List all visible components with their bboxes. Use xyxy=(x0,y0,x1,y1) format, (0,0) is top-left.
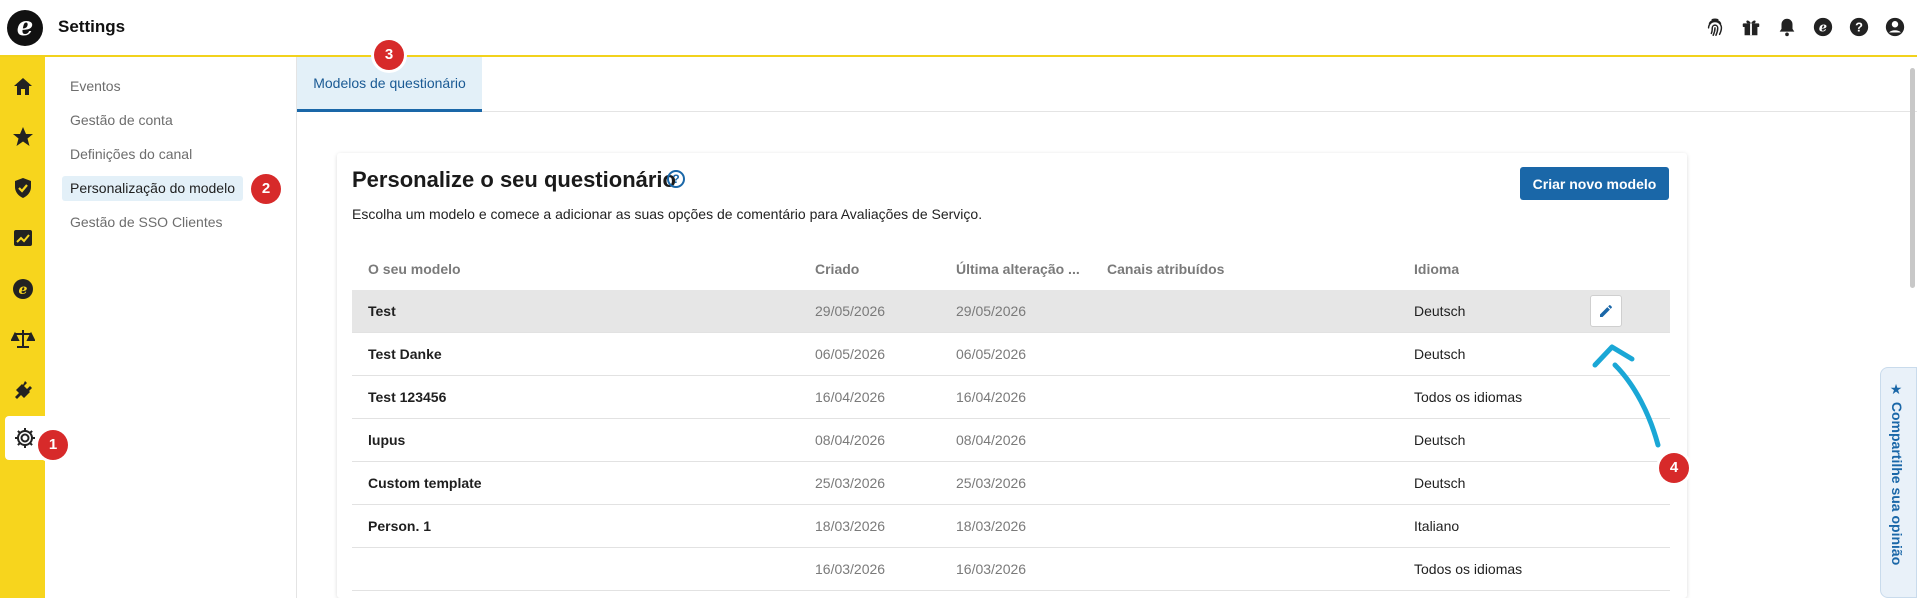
step-badge-3: 3 xyxy=(374,40,404,70)
row-changed: 25/03/2026 xyxy=(956,475,1027,491)
step-badge-2: 2 xyxy=(251,174,281,204)
pencil-icon xyxy=(1600,305,1612,317)
row-name: Custom template xyxy=(368,475,482,491)
help-circle-icon[interactable]: ? xyxy=(667,170,685,188)
table-row[interactable]: 16/03/2026 16/03/2026 Todos os idiomas xyxy=(352,548,1670,591)
svg-text:e: e xyxy=(18,282,27,298)
row-name: Test 123456 xyxy=(368,389,447,405)
chart-icon[interactable] xyxy=(0,216,45,260)
shield-check-icon[interactable] xyxy=(0,166,45,210)
subnav-item-personalizacao-modelo[interactable]: Personalização do modelo xyxy=(62,176,243,201)
row-name: Test xyxy=(368,303,396,319)
row-language: Italiano xyxy=(1414,518,1460,534)
row-created: 29/05/2026 xyxy=(815,303,886,319)
brand-logo[interactable]: e xyxy=(7,10,43,46)
gift-icon[interactable] xyxy=(1738,14,1763,39)
top-bar: e Settings e ? xyxy=(0,0,1917,57)
page-scrollbar[interactable] xyxy=(1910,68,1915,288)
column-header-language[interactable]: Idioma xyxy=(1414,261,1459,277)
column-header-created[interactable]: Criado xyxy=(815,261,859,277)
page-title: Settings xyxy=(58,17,126,36)
subnav-item-gestao-sso[interactable]: Gestão de SSO Clientes xyxy=(62,210,231,235)
row-language: Deutsch xyxy=(1414,303,1466,319)
row-created: 16/03/2026 xyxy=(815,561,886,577)
row-changed: 16/04/2026 xyxy=(956,389,1027,405)
step-badge-4: 4 xyxy=(1659,453,1689,483)
row-changed: 06/05/2026 xyxy=(956,346,1027,362)
row-language: Deutsch xyxy=(1414,432,1466,448)
svg-text:e: e xyxy=(1818,20,1826,35)
fingerprint-icon[interactable] xyxy=(1702,14,1727,39)
brand-e-icon[interactable]: e xyxy=(1810,14,1835,39)
table-row[interactable]: Test 123456 16/04/2026 16/04/2026 Todos … xyxy=(352,376,1670,419)
user-icon[interactable] xyxy=(1882,14,1907,39)
home-icon[interactable] xyxy=(0,65,45,109)
row-changed: 08/04/2026 xyxy=(956,432,1027,448)
step-badge-1: 1 xyxy=(38,430,68,460)
table-row[interactable]: Test 29/05/2026 29/05/2026 Deutsch xyxy=(352,290,1670,333)
edit-button[interactable] xyxy=(1590,295,1622,327)
row-created: 16/04/2026 xyxy=(815,389,886,405)
row-name: lupus xyxy=(368,432,406,448)
row-name: Test Danke xyxy=(368,346,442,362)
main-nav-rail: e xyxy=(0,57,45,598)
template-card: Personalize o seu questionário ? Escolha… xyxy=(337,153,1687,598)
card-subtitle: Escolha um modelo e comece a adicionar a… xyxy=(352,206,983,222)
bell-icon[interactable] xyxy=(1774,14,1799,39)
star-icon[interactable] xyxy=(0,115,45,159)
column-header-changed[interactable]: Última alteração ... xyxy=(956,261,1081,277)
help-icon[interactable]: ? xyxy=(1846,14,1871,39)
subnav-item-definicoes-canal[interactable]: Definições do canal xyxy=(62,142,200,167)
row-created: 06/05/2026 xyxy=(815,346,886,362)
settings-subnav: Eventos Gestão de conta Definições do ca… xyxy=(45,57,297,598)
coin-icon[interactable]: e xyxy=(0,267,45,311)
table-row[interactable]: Test Danke 06/05/2026 06/05/2026 Deutsch xyxy=(352,333,1670,376)
create-template-button[interactable]: Criar novo modelo xyxy=(1520,167,1669,200)
subnav-item-eventos[interactable]: Eventos xyxy=(62,74,129,99)
table-row[interactable]: lupus 08/04/2026 08/04/2026 Deutsch xyxy=(352,419,1670,462)
card-title: Personalize o seu questionário xyxy=(352,167,676,192)
row-changed: 16/03/2026 xyxy=(956,561,1027,577)
tab-strip: Modelos de questionário xyxy=(297,57,1917,112)
table-row[interactable]: Custom template 25/03/2026 25/03/2026 De… xyxy=(352,462,1670,505)
plug-icon[interactable] xyxy=(0,368,45,412)
subnav-item-gestao-conta[interactable]: Gestão de conta xyxy=(62,108,181,133)
top-icon-bar: e ? xyxy=(1702,14,1917,39)
row-language: Todos os idiomas xyxy=(1414,561,1523,577)
row-created: 08/04/2026 xyxy=(815,432,886,448)
row-language: Deutsch xyxy=(1414,346,1466,362)
row-changed: 29/05/2026 xyxy=(956,303,1027,319)
feedback-label: ★ Compartilhe sua opinião xyxy=(1889,382,1905,566)
column-header-name[interactable]: O seu modelo xyxy=(368,261,461,277)
row-name: Person. 1 xyxy=(368,518,432,534)
column-header-channels[interactable]: Canais atribuídos xyxy=(1107,261,1224,277)
row-created: 25/03/2026 xyxy=(815,475,886,491)
row-created: 18/03/2026 xyxy=(815,518,886,534)
annotation-arrow xyxy=(1592,344,1661,448)
table-header: O seu modelo Criado Última alteração ...… xyxy=(352,251,1670,286)
svg-text:?: ? xyxy=(1855,19,1863,34)
row-language: Todos os idiomas xyxy=(1414,389,1523,405)
feedback-tab[interactable]: ★ Compartilhe sua opinião xyxy=(1880,367,1917,598)
scales-icon[interactable] xyxy=(0,317,45,361)
row-language: Deutsch xyxy=(1414,475,1466,491)
table-row[interactable]: Person. 1 18/03/2026 18/03/2026 Italiano xyxy=(352,505,1670,548)
row-changed: 18/03/2026 xyxy=(956,518,1027,534)
